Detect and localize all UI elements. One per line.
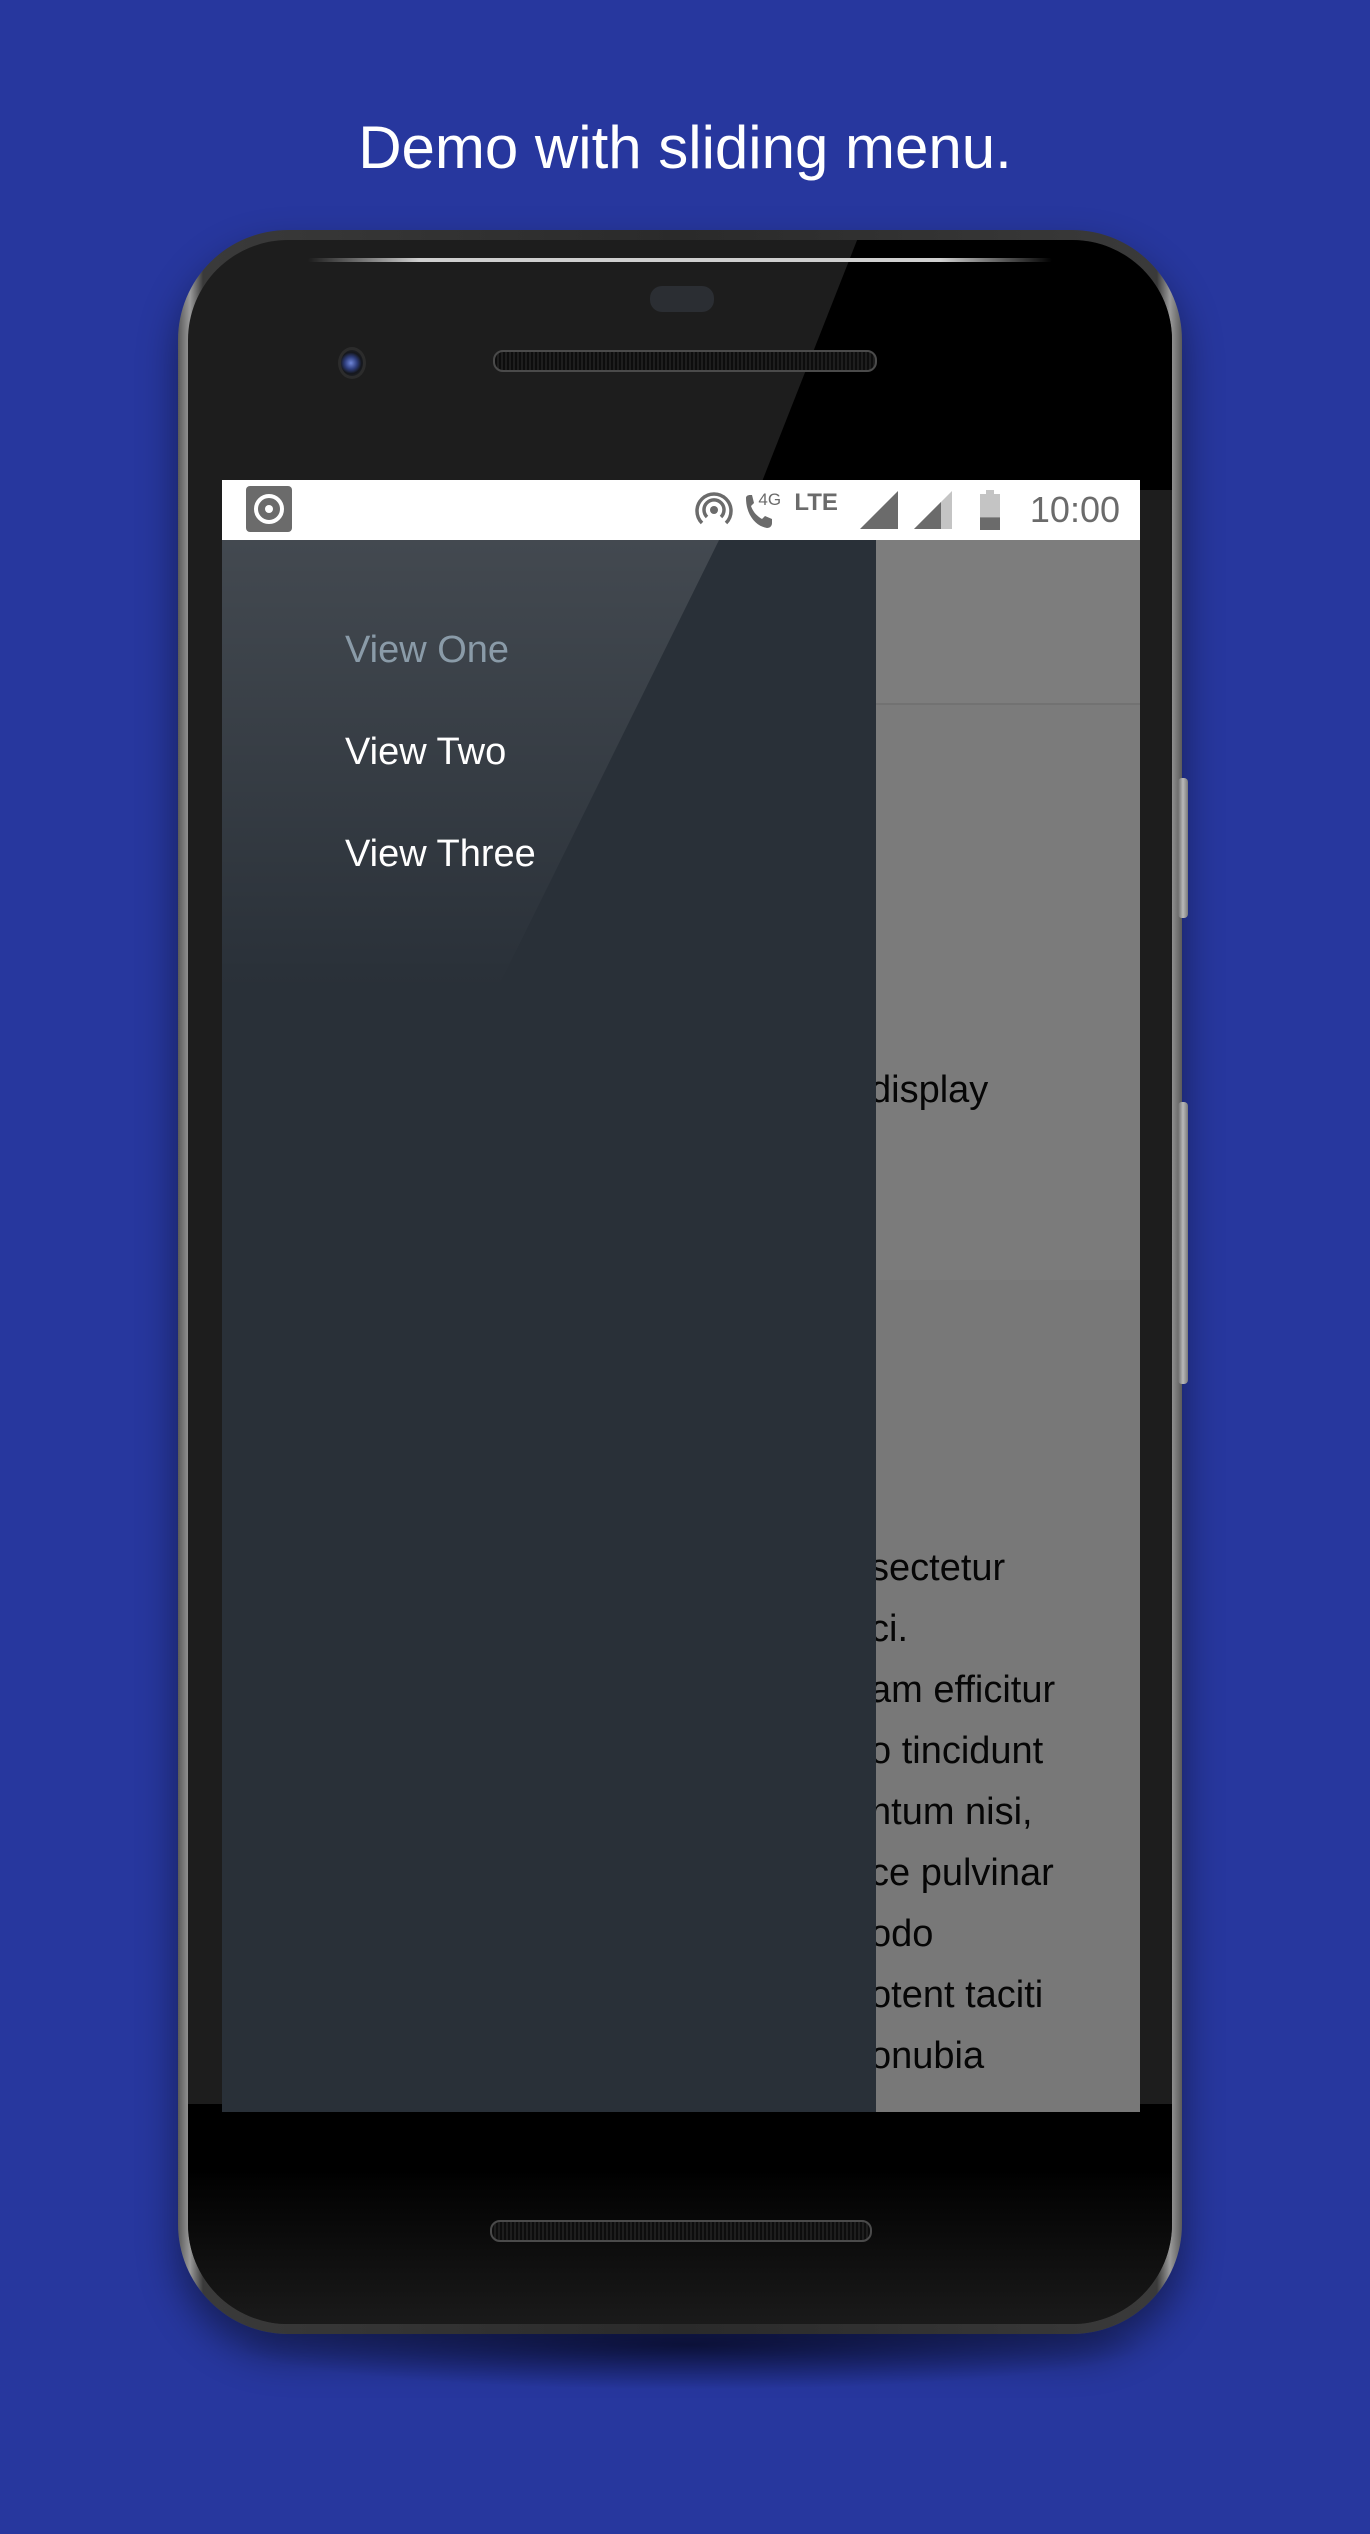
navigation-drawer: View One View Two View Three — [222, 540, 876, 2112]
content-heading: display — [870, 1069, 989, 1111]
paragraph-line: am efficitur — [870, 1669, 1056, 1711]
wifi-calling-icon: 4G — [742, 488, 788, 532]
earpiece-speaker — [493, 350, 877, 372]
status-icons: 4G LTE 10:00 — [694, 480, 1120, 540]
paragraph-line: odo — [870, 1913, 934, 1955]
hotspot-icon — [695, 492, 734, 525]
paragraph-line: ce pulvinar — [870, 1852, 1054, 1894]
paragraph-line: ci. — [870, 1608, 908, 1650]
paragraph-line: onubia — [870, 2035, 985, 2077]
battery-level — [979, 517, 1000, 530]
glass-rim-highlight — [308, 258, 1052, 262]
paragraph-line: sectetur — [870, 1547, 1006, 1589]
front-camera-icon — [338, 347, 366, 379]
lte-icon: LTE — [794, 489, 838, 516]
content-paragraph: sectetur ci. am efficitur o tincidunt nt… — [870, 1538, 1055, 2087]
drawer-item-view-three[interactable]: View Three — [345, 829, 536, 879]
bottom-speaker — [490, 2220, 872, 2242]
paragraph-line: ntum nisi, — [870, 1791, 1033, 1833]
battery-icon — [979, 490, 1000, 530]
power-button — [1178, 778, 1188, 918]
paragraph-line: o tincidunt — [870, 1730, 1044, 1772]
page-caption: Demo with sliding menu. — [358, 114, 1012, 181]
signal-icon — [859, 491, 898, 529]
status-bar: 4G LTE 10:00 — [222, 480, 1140, 540]
signal-partial-icon — [913, 491, 952, 529]
proximity-sensor — [650, 286, 714, 312]
drawer-item-view-two[interactable]: View Two — [345, 727, 506, 777]
status-time: 10:00 — [1029, 489, 1120, 530]
glass-reflection — [222, 540, 876, 990]
paragraph-line: otent taciti — [870, 1974, 1044, 2016]
volume-button — [1178, 1102, 1188, 1384]
phone-chin — [188, 2104, 1172, 2324]
notification-app-icon — [246, 486, 292, 532]
call-network-label: 4G — [758, 490, 782, 509]
device-screen: display sectetur ci. am efficitur o tinc… — [222, 480, 1140, 2112]
drawer-item-view-one[interactable]: View One — [345, 625, 509, 675]
